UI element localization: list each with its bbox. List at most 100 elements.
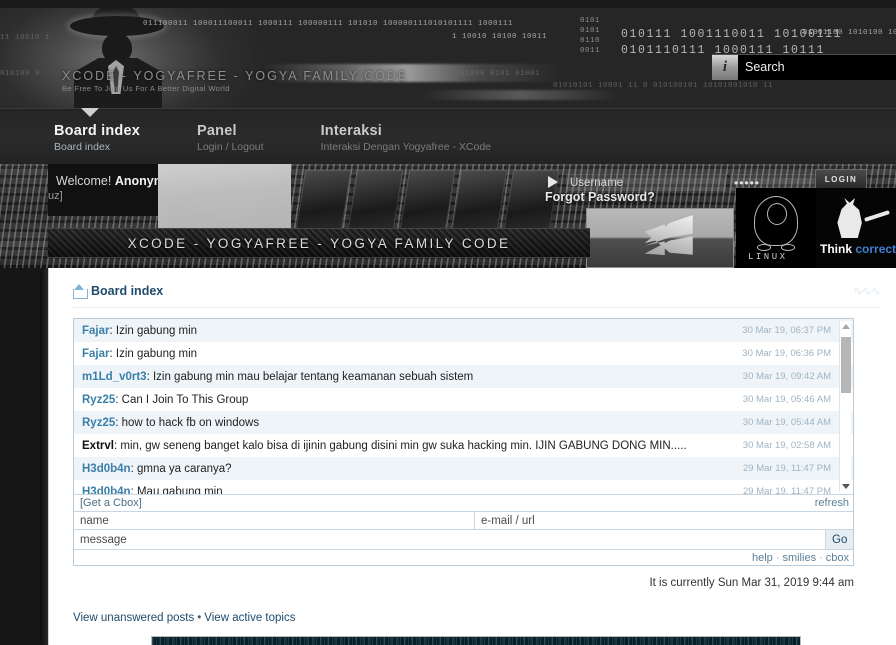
cbox-link[interactable]: cbox: [826, 552, 849, 564]
cbox-message-body: Izin gabung min mau belajar tentang keam…: [152, 370, 474, 383]
view-unanswered-posts-link[interactable]: View unanswered posts: [73, 612, 194, 624]
breadcrumb[interactable]: Board index: [73, 283, 163, 299]
arrow-right-icon: [548, 176, 558, 188]
cbox-go-button[interactable]: Go: [825, 530, 853, 549]
breadcrumb-row: Board index ∿∿∿: [73, 283, 881, 299]
cbox-message-time: 30 Mar 19, 06:36 PM: [742, 348, 831, 359]
cbox-message-author[interactable]: Fajar: [82, 348, 110, 360]
cbox-message-row: Fajar: Izin gabung min 30 Mar 19, 06:37 …: [74, 319, 853, 342]
linux-logo-image: LINUX: [736, 188, 816, 268]
login-button[interactable]: LOGIN: [815, 169, 867, 189]
cbox-message-time: 30 Mar 19, 05:46 AM: [742, 394, 831, 405]
daemon-icon: [837, 198, 862, 238]
page-content: Board index ∿∿∿ Fajar: Izin gabung min 3…: [48, 268, 896, 645]
banner-binary-mid-left: 1 10010 10100 10011: [452, 33, 548, 41]
grey-overlay-plate: [158, 164, 291, 234]
banner-binary-left-1: 11 10010 1: [0, 34, 51, 42]
cbox-message-author[interactable]: Ryz25: [82, 394, 115, 406]
cbox-message-row: Ryz25: how to hack fb on windows 30 Mar …: [74, 411, 853, 434]
search-input[interactable]: [738, 54, 896, 80]
cbox-message-author[interactable]: Ryz25: [82, 417, 115, 429]
banner-binary-top: 011100011 100011100011 1000111 100000111…: [143, 20, 514, 28]
cbox-message-body: Mau gabung min: [136, 485, 223, 495]
cbox-widget: Fajar: Izin gabung min 30 Mar 19, 06:37 …: [73, 318, 854, 566]
cbox-identity-fields: [74, 511, 853, 529]
squiggle-icon: ∿∿∿: [852, 284, 881, 298]
cbox-message-author[interactable]: H3d0b4n: [82, 463, 131, 475]
cbox-message-entry: Go: [74, 529, 853, 549]
main-navigation: Board index Board index Panel Login / Lo…: [0, 108, 896, 164]
left-gutter-edge: [40, 268, 48, 645]
banner-binary-left-2: 010100 0: [0, 70, 41, 78]
cbox-message-body: gmna ya caranya?: [136, 462, 232, 475]
cbox-message-text: Fajar: Izin gabung min: [82, 324, 198, 337]
matrix-banner-numbers: 4 6 7 8 5 1 6 8 3 9 5 1 8 9 1 8 0 0 0 0: [158, 641, 799, 645]
cbox-email-input[interactable]: [475, 512, 853, 529]
nav-pointer-icon: [81, 108, 99, 117]
scroll-down-icon[interactable]: [841, 482, 851, 492]
cbox-message-row: H3d0b4n: Mau gabung min 29 Mar 19, 11:47…: [74, 480, 853, 494]
cbox-message-author[interactable]: Extrvl: [82, 440, 114, 452]
banner-light-streak-2: [420, 90, 620, 100]
daemon-tail-icon: [864, 210, 890, 222]
cbox-message-text: Extrvl: min, gw seneng banget kalo bisa …: [82, 439, 687, 452]
cbox-message-time: 30 Mar 19, 06:37 PM: [742, 325, 831, 336]
link-separator: •: [197, 612, 202, 624]
nav-item-interaksi[interactable]: Interaksi Interaksi Dengan Yogyafree - X…: [321, 123, 491, 153]
search-box[interactable]: i: [712, 54, 896, 80]
nav-item-title: Interaksi: [320, 123, 383, 139]
nav-item-title: Panel: [197, 123, 237, 139]
cbox-toolbar: [Get a Cbox] refresh: [74, 494, 853, 511]
refresh-link[interactable]: refresh: [815, 497, 849, 509]
cbox-message-time: 30 Mar 19, 09:42 AM: [742, 371, 831, 382]
home-icon: [73, 283, 88, 299]
nav-item-panel[interactable]: Panel Login / Logout: [197, 123, 264, 153]
nav-item-desc: Board index: [54, 141, 111, 153]
help-link[interactable]: help: [752, 552, 773, 564]
cbox-message-body: Izin gabung min: [115, 324, 198, 337]
cbox-message-text: m1Ld_v0rt3: Izin gabung min mau belajar …: [82, 370, 474, 383]
matrix-banner-image: 4 6 7 8 5 1 6 8 3 9 5 1 8 9 1 8 0 0 0 0: [151, 636, 801, 645]
scrollbar-thumb[interactable]: [841, 337, 851, 393]
penguin-icon: [754, 196, 798, 251]
cbox-message-body: min, gw seneng banget kalo bisa di ijini…: [120, 439, 687, 452]
forgot-password-link[interactable]: Forgot Password?: [545, 190, 655, 204]
nav-item-desc: Login / Logout: [197, 141, 264, 153]
scroll-up-icon[interactable]: [841, 321, 851, 331]
smilies-link[interactable]: smilies: [782, 552, 816, 564]
nav-item-board-index[interactable]: Board index Board index: [54, 123, 140, 153]
cbox-message-row: m1Ld_v0rt3: Izin gabung min mau belajar …: [74, 365, 853, 388]
view-links-row: View unanswered posts • View active topics: [73, 612, 880, 624]
cbox-message-text: Ryz25: Can I Join To This Group: [82, 393, 249, 406]
cbox-scrollbar[interactable]: [839, 321, 851, 492]
cbox-message-input[interactable]: [74, 530, 825, 549]
cbox-message-time: 30 Mar 19, 02:58 AM: [742, 440, 831, 451]
cbox-message-author[interactable]: H3d0b4n: [82, 486, 131, 495]
cbox-message-row: Extrvl: min, gw seneng banget kalo bisa …: [74, 434, 853, 457]
site-banner: 11 10010 1 010100 0 011100011 1000111000…: [0, 0, 896, 108]
banner-binary-right: 01001100 1010100 10010 0101: [803, 29, 896, 37]
footer-separator: ·: [775, 551, 780, 564]
cbox-footer-links: help · smilies · cbox: [74, 549, 853, 565]
banner-top-strip: [0, 0, 896, 8]
cbox-message-row: Ryz25: Can I Join To This Group 30 Mar 1…: [74, 388, 853, 411]
windows-logo-image: [586, 208, 734, 268]
windows-icon: [639, 214, 695, 264]
breadcrumb-label[interactable]: Board index: [91, 284, 163, 298]
info-icon: i: [712, 54, 738, 80]
view-active-topics-link[interactable]: View active topics: [204, 612, 295, 624]
get-a-cbox-link[interactable]: [Get a Cbox]: [80, 497, 142, 509]
cbox-name-input[interactable]: [74, 512, 475, 529]
cbox-message-author[interactable]: Fajar: [82, 325, 110, 337]
think-correctly-label: Think correctly: [820, 242, 896, 256]
username-input[interactable]: [566, 174, 726, 191]
cbox-message-text: H3d0b4n: Mau gabung min: [82, 486, 223, 495]
welcome-prefix: Welcome!: [56, 174, 112, 188]
cbox-message-list: Fajar: Izin gabung min 30 Mar 19, 06:37 …: [74, 319, 853, 494]
cbox-message-row: H3d0b4n: gmna ya caranya? 29 Mar 19, 11:…: [74, 457, 853, 480]
cbox-message-author[interactable]: m1Ld_v0rt3: [82, 371, 147, 383]
nav-item-title: Board index: [54, 123, 140, 139]
divider: [73, 307, 880, 308]
cbox-message-text: Ryz25: how to hack fb on windows: [82, 416, 260, 429]
cbox-message-text: Fajar: Izin gabung min: [82, 347, 198, 360]
